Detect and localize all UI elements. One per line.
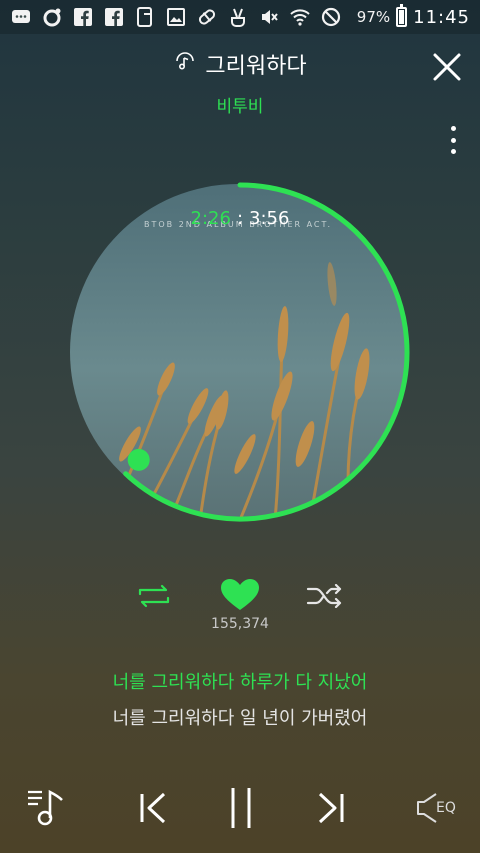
- wifi-icon: [289, 6, 311, 28]
- song-title: 그리워하다: [173, 48, 307, 80]
- lyric-current[interactable]: 너를 그리워하다 하루가 다 지났어: [0, 668, 480, 694]
- mute-icon: [258, 6, 280, 28]
- battery-percent: 97%: [356, 8, 391, 26]
- bottom-controls: EQ: [0, 780, 480, 840]
- facebook-icon: [103, 6, 125, 28]
- time-separator: :: [236, 208, 244, 229]
- playlist-button[interactable]: [26, 788, 70, 832]
- artist-name[interactable]: 비투비: [0, 92, 480, 117]
- progress-arc: [123, 182, 410, 522]
- playlist-icon: [28, 789, 63, 826]
- progress-handle[interactable]: [127, 448, 150, 471]
- pause-button[interactable]: [228, 786, 254, 834]
- more-dot: [450, 137, 456, 143]
- heart-icon: [221, 579, 259, 610]
- more-dot: [450, 126, 456, 131]
- like-button[interactable]: [220, 578, 260, 616]
- shuffle-icon: [306, 583, 342, 609]
- next-icon: [318, 792, 344, 824]
- speaker-icon: [417, 793, 437, 823]
- message-icon: [10, 6, 32, 28]
- close-button[interactable]: [432, 52, 462, 82]
- song-title-row: 그리워하다: [0, 48, 480, 80]
- previous-icon: [140, 792, 166, 824]
- pill-icon: [196, 6, 218, 28]
- status-bar: 97% 11:45: [0, 0, 480, 34]
- total-time: 3:56: [249, 208, 290, 229]
- eq-label: EQ: [436, 800, 456, 816]
- music-note-icon: [173, 49, 197, 79]
- shuffle-button[interactable]: [306, 583, 344, 612]
- more-dot: [450, 149, 456, 154]
- record-icon: [41, 6, 63, 28]
- current-time: 2:26: [190, 208, 231, 229]
- close-icon: [433, 53, 461, 81]
- playback-options: [0, 578, 480, 618]
- battery-icon: [396, 4, 408, 27]
- lyric-next[interactable]: 너를 그리워하다 일 년이 가버렸어: [0, 704, 480, 730]
- phone-icon: [134, 6, 156, 28]
- more-options-button[interactable]: [448, 126, 458, 154]
- repeat-icon: [138, 584, 170, 608]
- progress-ring[interactable]: [70, 182, 410, 522]
- repeat-button[interactable]: [136, 584, 172, 612]
- likes-count: 155,374: [211, 616, 269, 632]
- equalizer-button[interactable]: EQ: [416, 792, 456, 824]
- song-title-text: 그리워하다: [205, 54, 307, 79]
- block-icon: [320, 6, 342, 28]
- pause-icon: [231, 788, 251, 828]
- previous-button[interactable]: [138, 792, 168, 828]
- clock: 11:45: [413, 6, 470, 28]
- next-button[interactable]: [316, 792, 346, 828]
- facebook-icon: [72, 6, 94, 28]
- player-disc: BTOB 2ND ALBUM BROTHER ACT. 2:26:3:56: [70, 182, 410, 522]
- image-icon: [165, 6, 187, 28]
- time-display: 2:26:3:56: [70, 208, 410, 229]
- peace-icon: [227, 6, 249, 28]
